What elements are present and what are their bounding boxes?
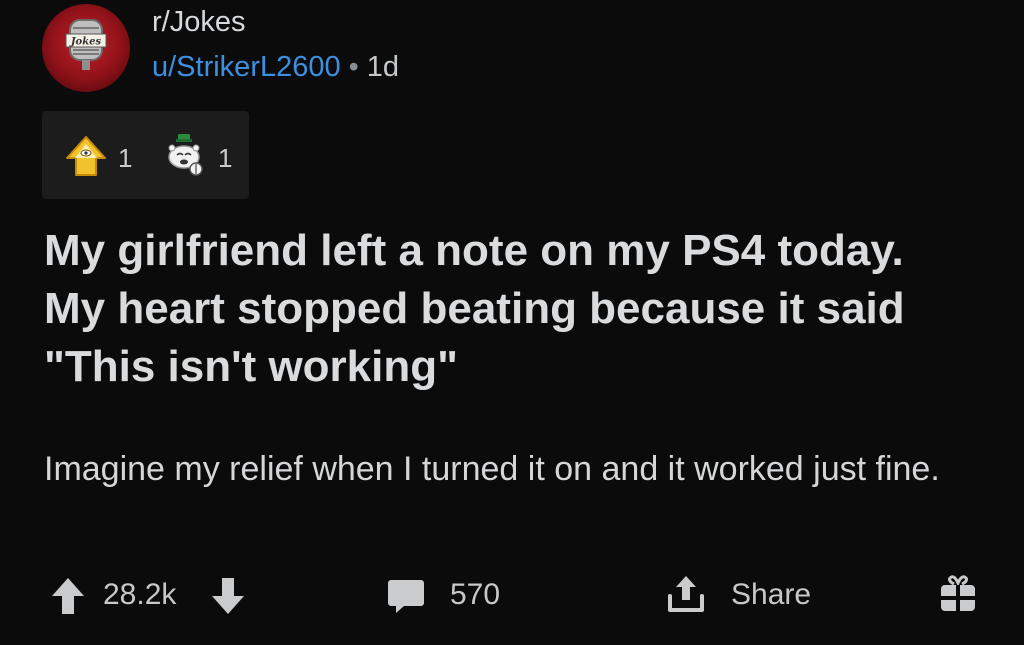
post-title[interactable]: My girlfriend left a note on my PS4 toda… bbox=[44, 222, 944, 396]
illuminati-award-icon bbox=[66, 136, 106, 176]
give-award-button[interactable] bbox=[936, 570, 980, 618]
post-age: 1d bbox=[366, 51, 400, 83]
comment-count: 570 bbox=[450, 578, 501, 611]
avatar-logo-text: Jokes bbox=[69, 37, 102, 48]
award-count: 1 bbox=[118, 143, 133, 173]
post-card: Jokes r/Jokes u/StrikerL2600 • 1d 1 1 My… bbox=[0, 0, 1024, 645]
downvote-button[interactable] bbox=[210, 570, 250, 618]
share-button[interactable]: Share bbox=[664, 570, 834, 618]
post-body: Imagine my relief when I turned it on an… bbox=[44, 450, 940, 488]
subreddit-name[interactable]: r/Jokes bbox=[152, 6, 245, 39]
vote-score: 28.2k bbox=[103, 578, 177, 611]
share-label: Share bbox=[731, 578, 812, 611]
downvote-arrow-icon bbox=[210, 576, 250, 616]
snoo-award-icon bbox=[168, 134, 203, 176]
award-count: 1 bbox=[218, 143, 233, 173]
gift-icon bbox=[936, 572, 980, 616]
author-link[interactable]: u/StrikerL2600 bbox=[152, 51, 341, 83]
comments-button[interactable]: 570 bbox=[386, 570, 516, 618]
author-line: u/StrikerL2600 • 1d bbox=[152, 51, 399, 84]
subreddit-avatar[interactable]: Jokes bbox=[42, 4, 130, 92]
awards-bar[interactable]: 1 1 bbox=[42, 111, 249, 199]
separator-dot: • bbox=[348, 51, 359, 83]
upvote-button[interactable] bbox=[50, 570, 90, 618]
upvote-arrow-icon bbox=[50, 576, 90, 616]
microphone-icon: Jokes bbox=[65, 19, 107, 70]
